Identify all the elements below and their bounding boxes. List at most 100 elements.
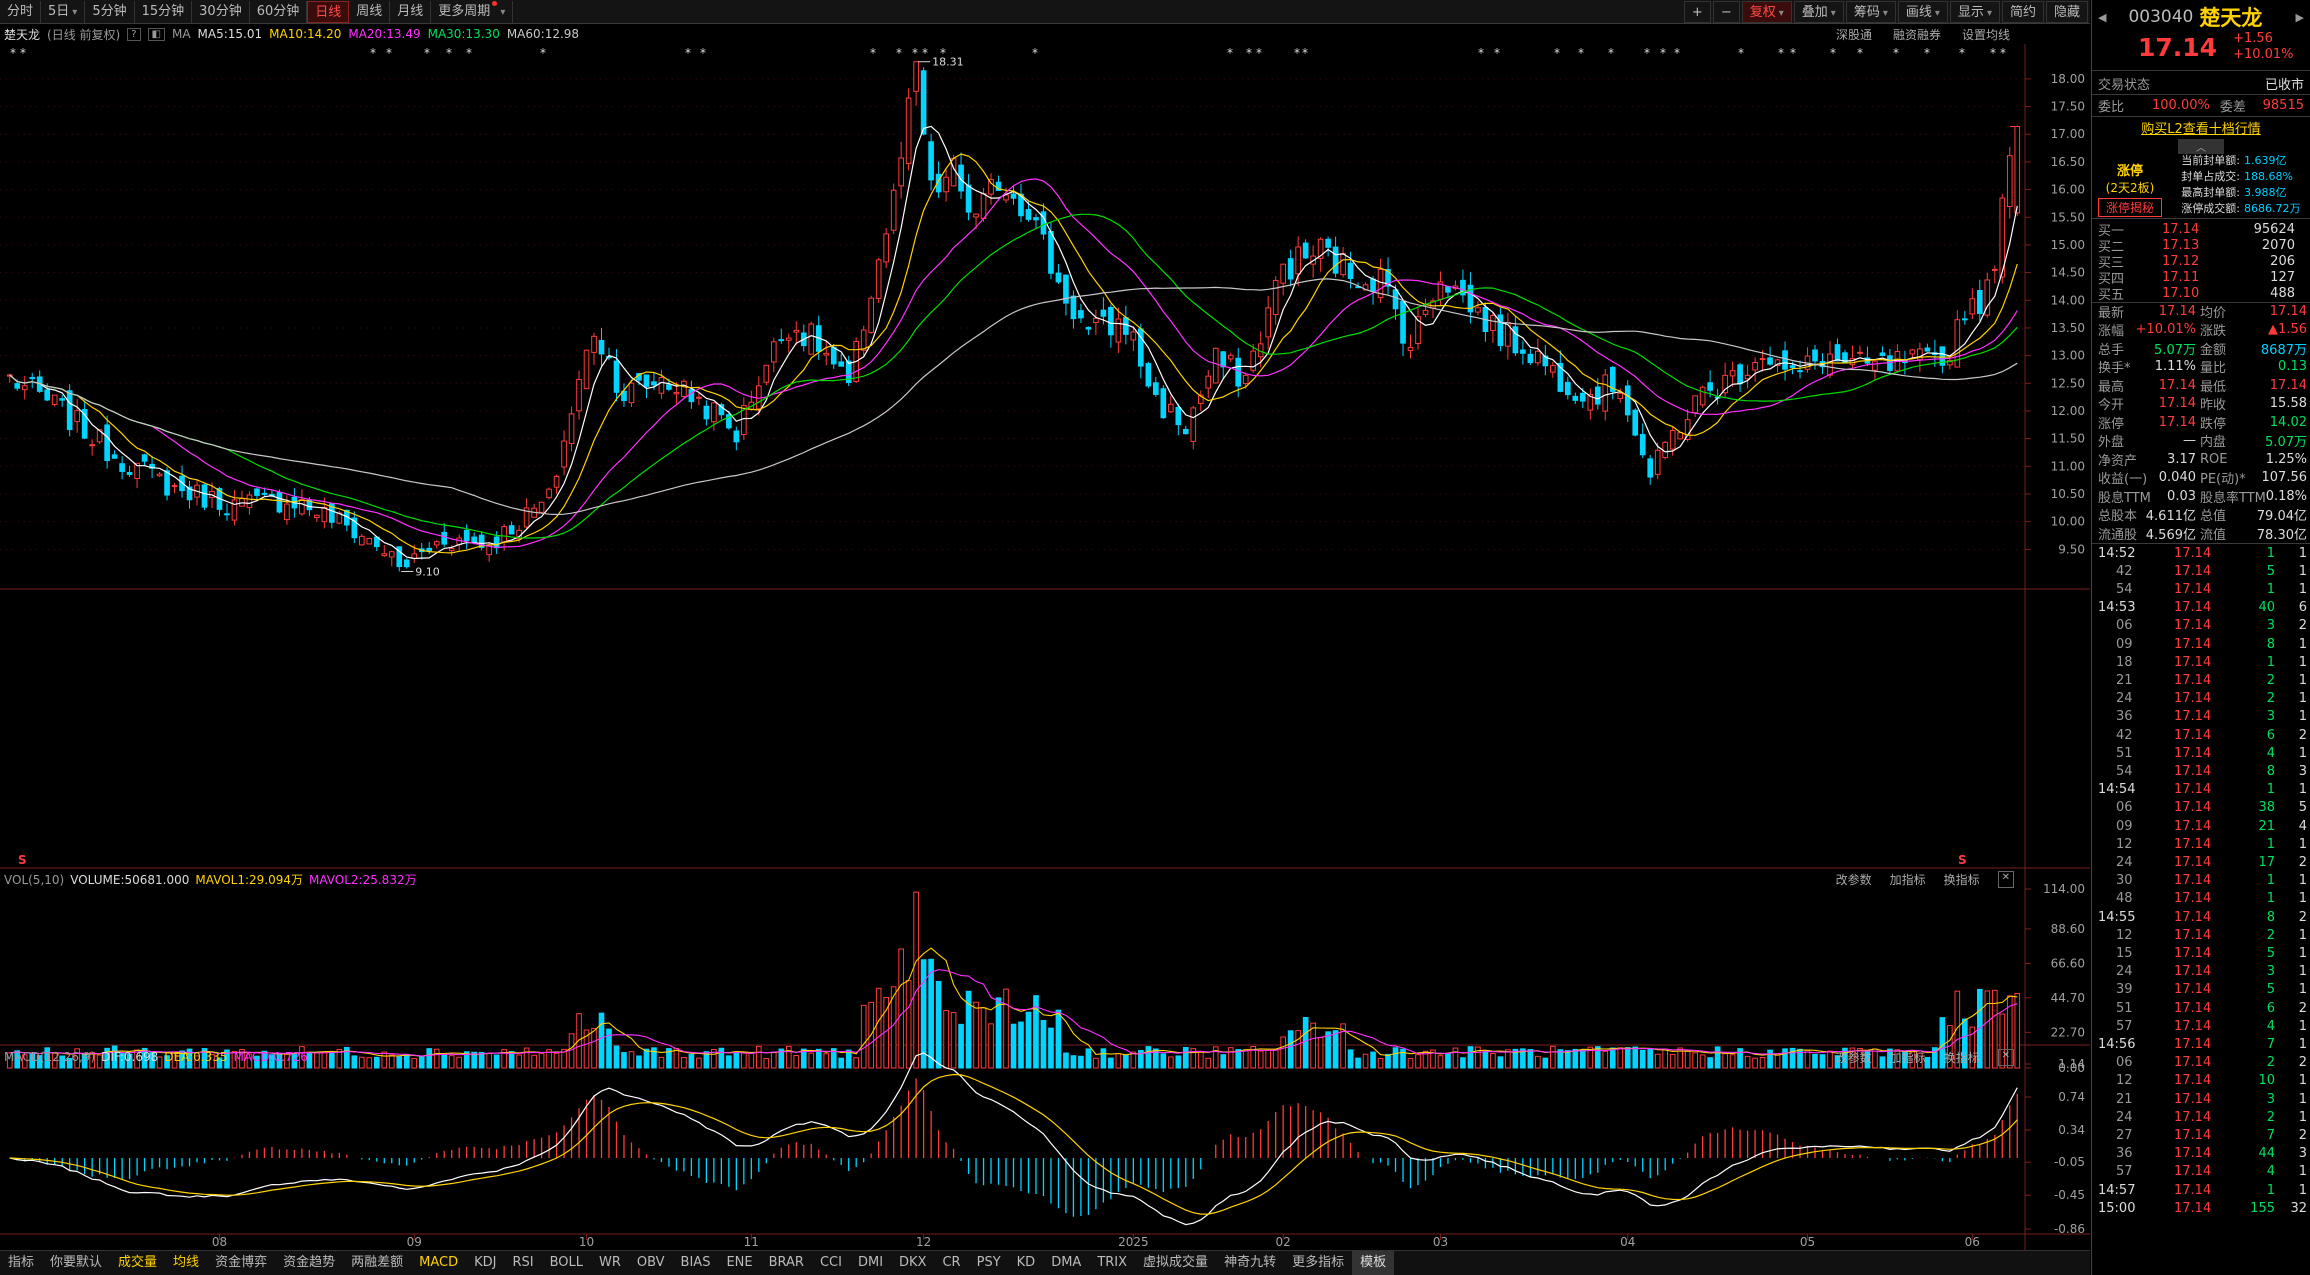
help-icon[interactable]: ?	[127, 27, 141, 41]
event-marker-icon[interactable]: *	[940, 46, 946, 60]
period-2[interactable]: 5分钟	[85, 0, 135, 23]
indicator-tab-24[interactable]: 虚拟成交量	[1135, 1251, 1216, 1275]
event-marker-icon[interactable]: *	[1857, 46, 1863, 60]
period-4[interactable]: 30分钟	[192, 0, 250, 23]
toolbar-btn-4[interactable]: 筹码	[1845, 1, 1896, 23]
period-8[interactable]: 月线	[390, 0, 432, 23]
event-marker-icon[interactable]: *	[1778, 46, 1784, 60]
indicator-tab-22[interactable]: DMA	[1043, 1251, 1089, 1275]
event-marker-icon[interactable]: *	[1246, 46, 1252, 60]
macd-close-icon[interactable]: ✕	[1997, 1048, 2014, 1066]
event-marker-icon[interactable]: *	[1644, 46, 1650, 60]
period-9[interactable]: 更多周期	[431, 0, 514, 23]
event-marker-icon[interactable]: *	[386, 46, 392, 60]
event-marker-icon[interactable]: *	[446, 46, 452, 60]
toolbar-btn-7[interactable]: 简约	[2001, 1, 2044, 23]
toolbar-btn-8[interactable]: 隐藏	[2045, 1, 2088, 23]
event-marker-icon[interactable]: *	[922, 46, 928, 60]
indicator-tab-0[interactable]: 指标	[0, 1251, 42, 1275]
indicator-tab-23[interactable]: TRIX	[1089, 1251, 1135, 1275]
toolbar-btn-5[interactable]: 画线	[1897, 1, 1948, 23]
event-marker-icon[interactable]: *	[20, 46, 26, 60]
indicator-tab-4[interactable]: 资金博弈	[207, 1251, 275, 1275]
indicator-tab-12[interactable]: OBV	[629, 1251, 673, 1275]
event-marker-icon[interactable]: *	[685, 46, 691, 60]
event-marker-icon[interactable]: *	[896, 46, 902, 60]
event-marker-icon[interactable]: *	[1790, 46, 1796, 60]
indicator-tab-17[interactable]: DMI	[850, 1251, 891, 1275]
next-stock-icon[interactable]: ▶	[2296, 11, 2304, 24]
period-0[interactable]: 分时	[0, 0, 42, 23]
event-marker-icon[interactable]: *	[700, 46, 706, 60]
event-marker-icon[interactable]: *	[1302, 46, 1308, 60]
vol-swap-indicator[interactable]: 换指标	[1944, 871, 1980, 888]
indicator-tab-5[interactable]: 资金趋势	[275, 1251, 343, 1275]
event-marker-icon[interactable]: *	[1959, 46, 1965, 60]
event-marker-icon[interactable]: *	[540, 46, 546, 60]
period-1[interactable]: 5日	[41, 0, 86, 23]
event-marker-icon[interactable]: *	[1608, 46, 1614, 60]
chart-area[interactable]: 18.00 17.50 17.00 16.50 16.00 15.50 15.00 14.50…	[0, 44, 2090, 1250]
toolbar-btn-3[interactable]: 叠加	[1793, 1, 1844, 23]
period-5[interactable]: 60分钟	[250, 0, 308, 23]
event-marker-icon[interactable]: *	[1294, 46, 1300, 60]
event-marker-icon[interactable]: *	[1738, 46, 1744, 60]
indicator-tab-2[interactable]: 成交量	[110, 1251, 165, 1275]
event-marker-icon[interactable]: *	[912, 46, 918, 60]
indicator-tab-6[interactable]: 两融差额	[343, 1251, 411, 1275]
vol-edit-params[interactable]: 改参数	[1836, 871, 1872, 888]
sub-link-1[interactable]: 融资融券	[1893, 26, 1941, 43]
event-marker-icon[interactable]: *	[466, 46, 472, 60]
indicator-tab-1[interactable]: 你要默认	[42, 1251, 110, 1275]
event-marker-icon[interactable]: *	[1227, 46, 1233, 60]
indicator-tab-19[interactable]: CR	[934, 1251, 968, 1275]
event-marker-icon[interactable]: *	[1924, 46, 1930, 60]
indicator-tab-15[interactable]: BRAR	[761, 1251, 812, 1275]
sub-link-2[interactable]: 设置均线	[1962, 26, 2010, 43]
sub-link-0[interactable]: 深股通	[1836, 26, 1872, 43]
event-marker-icon[interactable]: *	[1893, 46, 1899, 60]
event-marker-icon[interactable]: *	[370, 46, 376, 60]
event-marker-icon[interactable]: *	[1032, 46, 1038, 60]
indicator-tab-18[interactable]: DKX	[891, 1251, 934, 1275]
indicator-tab-14[interactable]: ENE	[718, 1251, 760, 1275]
indicator-tab-7[interactable]: MACD	[411, 1251, 466, 1275]
indicator-tab-21[interactable]: KD	[1009, 1251, 1044, 1275]
l2-link[interactable]: 购买L2查看十档行情	[2141, 118, 2261, 137]
toolbar-btn-6[interactable]: 显示	[1949, 1, 2000, 23]
indicator-tab-9[interactable]: RSI	[504, 1251, 541, 1275]
event-marker-icon[interactable]: *	[1674, 46, 1680, 60]
indicator-tab-13[interactable]: BIAS	[673, 1251, 719, 1275]
period-6[interactable]: 日线	[307, 0, 350, 23]
indicator-tab-26[interactable]: 更多指标	[1284, 1251, 1352, 1275]
event-marker-icon[interactable]: *	[1554, 46, 1560, 60]
event-marker-icon[interactable]: *	[424, 46, 430, 60]
event-marker-icon[interactable]: *	[870, 46, 876, 60]
indicator-tab-8[interactable]: KDJ	[466, 1251, 504, 1275]
event-marker-icon[interactable]: *	[10, 46, 16, 60]
prev-stock-icon[interactable]: ◀	[2098, 11, 2106, 24]
toolbar-btn-2[interactable]: 复权	[1741, 1, 1792, 23]
settings-icon[interactable]: ◧	[147, 27, 165, 41]
event-marker-icon[interactable]: *	[1990, 46, 1996, 60]
event-marker-icon[interactable]: *	[1478, 46, 1484, 60]
indicator-tab-3[interactable]: 均线	[165, 1251, 207, 1275]
indicator-tab-11[interactable]: WR	[591, 1251, 629, 1275]
macd-edit-params[interactable]: 改参数	[1836, 1049, 1872, 1066]
zt-tag[interactable]: 涨停揭秘	[2098, 198, 2162, 217]
event-marker-icon[interactable]: *	[1830, 46, 1836, 60]
vol-close-icon[interactable]: ✕	[1997, 871, 2014, 888]
toolbar-btn-1[interactable]: −	[1712, 1, 1740, 23]
vol-add-indicator[interactable]: 加指标	[1890, 871, 1926, 888]
event-marker-icon[interactable]: *	[1578, 46, 1584, 60]
buy-level-row[interactable]: 买五 17.10 488	[2092, 284, 2310, 303]
indicator-tab-27[interactable]: 模板	[1352, 1251, 1395, 1275]
event-marker-icon[interactable]: *	[1256, 46, 1262, 60]
indicator-tab-20[interactable]: PSY	[969, 1251, 1009, 1275]
macd-add-indicator[interactable]: 加指标	[1890, 1049, 1926, 1066]
event-marker-icon[interactable]: *	[2000, 46, 2006, 60]
period-7[interactable]: 周线	[349, 0, 391, 23]
toolbar-btn-0[interactable]: +	[1683, 1, 1711, 23]
indicator-tab-25[interactable]: 神奇九转	[1216, 1251, 1284, 1275]
indicator-tab-10[interactable]: BOLL	[542, 1251, 591, 1275]
